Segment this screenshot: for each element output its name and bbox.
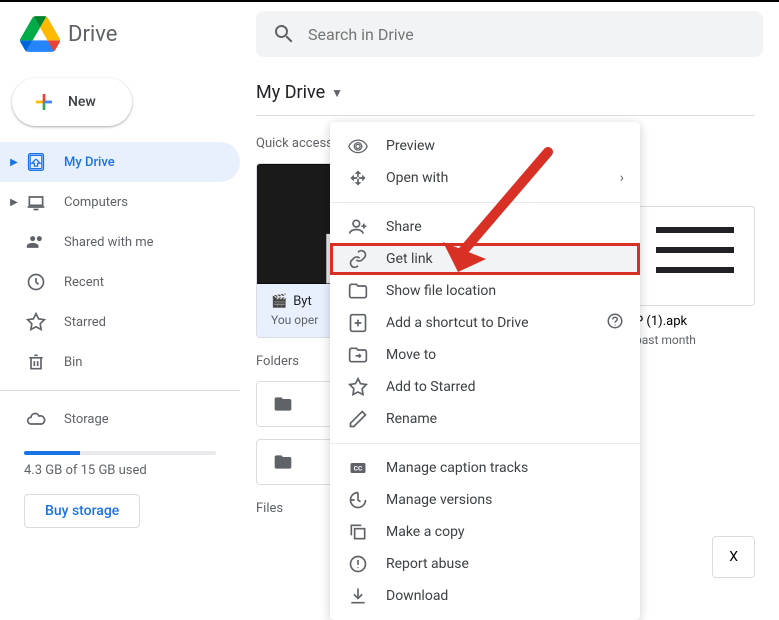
computers-icon (24, 190, 48, 214)
add-drive-icon (346, 311, 370, 335)
new-button[interactable]: New (12, 78, 132, 126)
sidebar-item-my-drive[interactable]: ▶ My Drive (0, 142, 240, 182)
menu-item-download[interactable]: Download (330, 580, 640, 612)
chevron-right-icon: › (620, 170, 624, 186)
file-subtitle: past month (635, 333, 755, 347)
menu-item-label: Add to Starred (386, 379, 475, 395)
menu-item-make-a-copy[interactable]: Make a copy (330, 516, 640, 548)
person-add-icon (346, 215, 370, 239)
quick-access-card-2[interactable]: P (1).apk past month (635, 206, 755, 347)
open-with-icon (346, 166, 370, 190)
copy-icon (346, 520, 370, 544)
divider (0, 390, 240, 391)
breadcrumb[interactable]: My Drive ▼ (256, 82, 755, 116)
menu-item-manage-versions[interactable]: Manage versions (330, 484, 640, 516)
menu-item-get-link[interactable]: Get link (330, 243, 640, 275)
sidebar-item-storage[interactable]: Storage (0, 399, 240, 439)
app-title: Drive (68, 22, 117, 47)
report-icon (346, 552, 370, 576)
menu-item-label: Make a copy (386, 524, 465, 540)
help-icon[interactable] (606, 312, 624, 334)
nav-label: Storage (64, 412, 109, 427)
menu-item-add-to-starred[interactable]: Add to Starred (330, 371, 640, 403)
nav-label: Shared with me (64, 235, 154, 250)
nav-label: Recent (64, 275, 104, 290)
folder-icon (346, 279, 370, 303)
expand-icon[interactable]: ▶ (8, 157, 20, 168)
video-icon: 🎬 (271, 294, 287, 309)
menu-item-preview[interactable]: Preview (330, 130, 640, 162)
buy-storage-button[interactable]: Buy storage (24, 494, 140, 528)
eye-icon (346, 134, 370, 158)
sidebar-item-recent[interactable]: Recent (0, 262, 240, 302)
logo-section[interactable]: Drive (8, 14, 256, 54)
menu-item-report-abuse[interactable]: Report abuse (330, 548, 640, 580)
star-icon (24, 310, 48, 334)
plus-icon (32, 90, 56, 114)
bin-icon (24, 350, 48, 374)
menu-item-label: Rename (386, 411, 437, 427)
chevron-down-icon: ▼ (331, 86, 343, 100)
menu-item-label: Open with (386, 170, 448, 186)
menu-divider (330, 202, 640, 203)
svg-text:CC: CC (354, 465, 363, 473)
folder-item-x[interactable]: X (712, 536, 755, 578)
storage-bar (24, 451, 216, 455)
file-thumbnail (635, 206, 755, 306)
search-bar[interactable] (256, 11, 763, 57)
cc-icon: CC (346, 456, 370, 480)
expand-icon[interactable]: ▶ (8, 197, 20, 208)
menu-item-move-to[interactable]: Move to (330, 339, 640, 371)
menu-item-label: Report abuse (386, 556, 469, 572)
sidebar-item-computers[interactable]: ▶ Computers (0, 182, 240, 222)
storage-text: 4.3 GB of 15 GB used (24, 463, 216, 478)
context-menu: Preview Open with › Share Get link Show file … (330, 122, 640, 620)
pencil-icon (346, 407, 370, 431)
my-drive-icon (24, 150, 48, 174)
sidebar-item-bin[interactable]: Bin (0, 342, 240, 382)
menu-item-manage-caption-tracks[interactable]: CC Manage caption tracks (330, 452, 640, 484)
menu-item-share[interactable]: Share (330, 211, 640, 243)
versions-icon (346, 488, 370, 512)
nav-label: My Drive (64, 155, 115, 170)
folder-icon (273, 394, 293, 414)
menu-item-label: Download (386, 588, 448, 604)
menu-item-label: Manage versions (386, 492, 492, 508)
drive-logo-icon (20, 14, 60, 54)
cloud-icon (24, 407, 48, 431)
nav-label: Computers (64, 195, 128, 210)
menu-divider (330, 443, 640, 444)
menu-item-rename[interactable]: Rename (330, 403, 640, 435)
menu-item-label: Manage caption tracks (386, 460, 528, 476)
menu-item-add-a-shortcut-to-drive[interactable]: Add a shortcut to Drive (330, 307, 640, 339)
nav-label: Starred (64, 315, 106, 330)
menu-item-label: Move to (386, 347, 436, 363)
folder-icon (273, 452, 293, 472)
star-icon (346, 375, 370, 399)
nav-label: Bin (64, 355, 82, 370)
header: Drive (0, 2, 779, 66)
search-input[interactable] (308, 25, 747, 44)
menu-item-open-with[interactable]: Open with › (330, 162, 640, 194)
sidebar-item-starred[interactable]: Starred (0, 302, 240, 342)
new-button-label: New (68, 94, 96, 110)
menu-item-show-file-location[interactable]: Show file location (330, 275, 640, 307)
breadcrumb-label: My Drive (256, 82, 325, 103)
menu-item-label: Share (386, 219, 422, 235)
link-icon (346, 247, 370, 271)
file-name: P (1).apk (635, 314, 755, 329)
sidebar-item-shared[interactable]: Shared with me (0, 222, 240, 262)
menu-item-label: Show file location (386, 283, 496, 299)
menu-item-label: Preview (386, 138, 435, 154)
shared-icon (24, 230, 48, 254)
recent-icon (24, 270, 48, 294)
menu-item-label: Add a shortcut to Drive (386, 315, 529, 331)
search-icon (272, 22, 296, 46)
move-icon (346, 343, 370, 367)
menu-item-label: Get link (386, 251, 433, 267)
file-name: Byt (293, 294, 312, 309)
download-icon (346, 584, 370, 608)
sidebar: New ▶ My Drive ▶ Computers Shared with m… (0, 66, 248, 611)
